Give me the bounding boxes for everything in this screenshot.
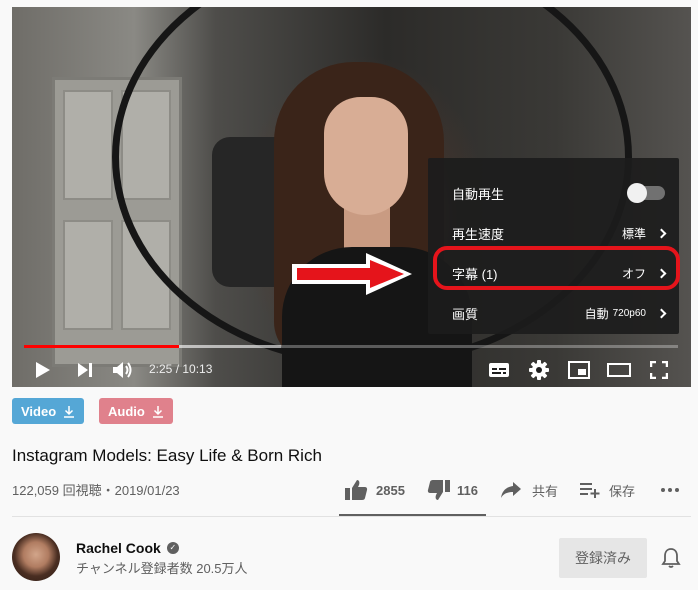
volume-button[interactable]	[110, 352, 136, 387]
share-icon	[501, 482, 521, 498]
settings-button[interactable]	[526, 352, 552, 387]
menu-item-label: 画質	[452, 306, 479, 322]
person-face	[324, 97, 408, 215]
thumbs-up-icon	[345, 480, 368, 500]
divider	[12, 516, 691, 517]
volume-icon	[113, 362, 132, 378]
next-button[interactable]	[72, 352, 98, 387]
subscribe-button[interactable]: 登録済み	[559, 538, 647, 578]
like-count: 2855	[376, 482, 405, 498]
video-meta: 122,059 回視聴・2019/01/23	[12, 483, 180, 498]
time-display: 2:25 / 10:13	[149, 362, 213, 376]
menu-item-value-suffix: 720p60	[612, 307, 646, 319]
miniplayer-icon	[568, 361, 590, 379]
menu-item-quality[interactable]: 画質 自動 720p60	[428, 293, 679, 333]
menu-item-value: 自動	[584, 306, 609, 321]
chevron-right-icon	[656, 228, 667, 238]
like-button[interactable]: 2855	[344, 478, 405, 502]
playlist-add-icon	[580, 483, 600, 498]
channel-avatar[interactable]	[12, 533, 60, 581]
menu-item-autoplay[interactable]: 自動再生	[428, 173, 679, 213]
download-icon	[152, 405, 163, 418]
verified-icon: ✓	[166, 542, 179, 554]
theater-icon	[607, 363, 631, 377]
download-video-button[interactable]: Video	[12, 398, 85, 424]
player-controls: 2:25 / 10:13	[12, 352, 691, 387]
save-button[interactable]: 保存	[579, 478, 635, 502]
video-title: Instagram Models: Easy Life & Born Rich	[12, 446, 322, 465]
subtitles-highlight-box	[433, 246, 680, 290]
more-horizontal-icon	[661, 488, 679, 492]
theater-button[interactable]	[606, 352, 632, 387]
download-video-label: Video	[21, 403, 57, 419]
menu-item-label: 再生速度	[452, 226, 505, 242]
play-button[interactable]	[30, 352, 56, 387]
channel-name: Rachel Cook	[76, 540, 161, 556]
chevron-right-icon	[656, 308, 667, 318]
subtitles-button[interactable]	[486, 352, 512, 387]
fullscreen-button[interactable]	[646, 352, 672, 387]
miniplayer-button[interactable]	[566, 352, 592, 387]
dislike-button[interactable]: 116	[427, 478, 478, 502]
dislike-count: 116	[457, 482, 478, 498]
subscriber-count: チャンネル登録者数 20.5万人	[76, 561, 248, 576]
fullscreen-icon	[650, 361, 668, 379]
menu-item-label: 自動再生	[452, 186, 505, 202]
video-player[interactable]: 自動再生 再生速度 標準 字幕 (1) オフ 画質 自動 720p60 2:25…	[12, 7, 691, 387]
annotation-arrow-icon	[292, 253, 412, 295]
thumbs-down-icon	[427, 480, 450, 500]
share-button[interactable]: 共有	[500, 478, 558, 502]
bell-icon[interactable]	[661, 547, 681, 569]
progress-bar[interactable]	[24, 345, 678, 348]
channel-name-link[interactable]: Rachel Cook ✓	[76, 540, 179, 556]
save-label: 保存	[609, 483, 636, 499]
autoplay-toggle[interactable]	[627, 183, 665, 203]
download-audio-button[interactable]: Audio	[99, 398, 173, 424]
play-icon	[36, 362, 50, 378]
progress-played	[24, 345, 179, 348]
download-audio-label: Audio	[108, 403, 145, 419]
subtitles-icon	[489, 363, 509, 377]
gear-icon	[529, 360, 549, 380]
menu-item-value: 標準	[621, 226, 646, 241]
share-label: 共有	[532, 483, 559, 499]
next-icon	[78, 363, 92, 377]
download-icon	[64, 405, 75, 418]
more-actions-button[interactable]	[660, 478, 680, 502]
